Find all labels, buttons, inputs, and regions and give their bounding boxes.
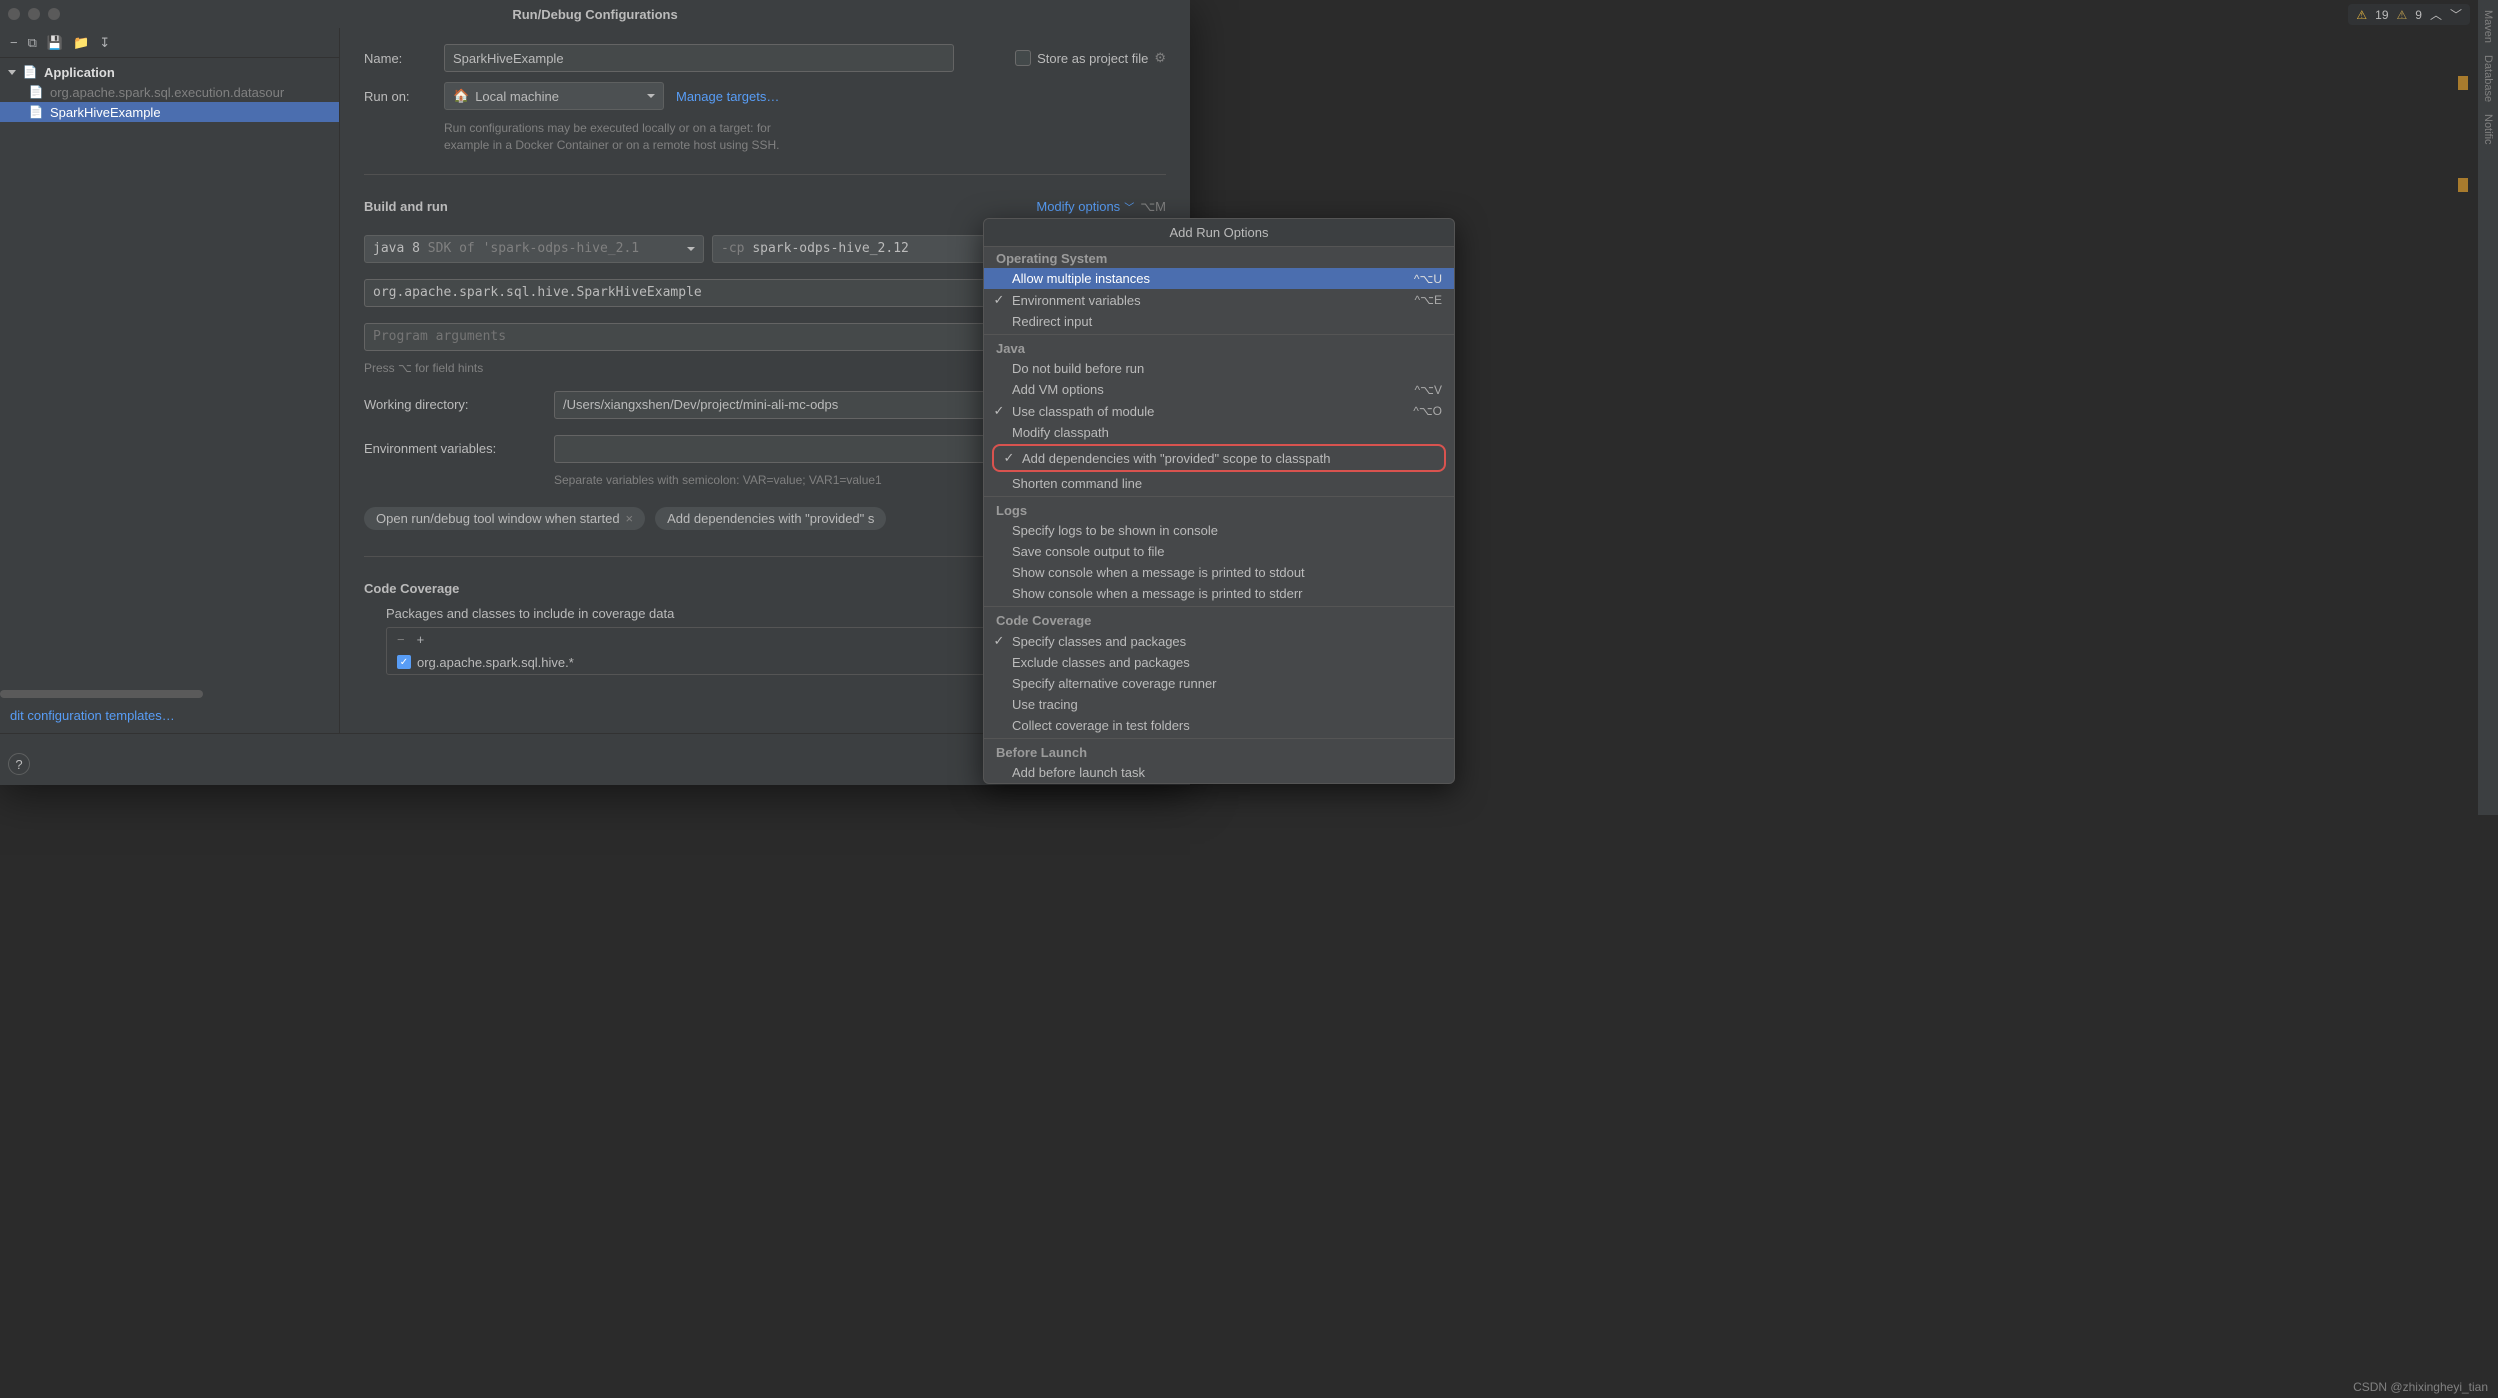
popup-item-before-launch-task[interactable]: Add before launch task [984, 762, 1454, 783]
popup-item-env-vars[interactable]: ✓ Environment variables ^⌥E [984, 289, 1454, 311]
run-on-label: Run on: [364, 89, 432, 104]
env-vars-label: Environment variables: [364, 441, 540, 456]
weak-warning-icon: ⚠ [2397, 8, 2408, 22]
tree-label: org.apache.spark.sql.execution.datasour [50, 85, 284, 100]
popup-item-shorten-cmd[interactable]: Shorten command line [984, 473, 1454, 494]
remove-icon[interactable]: − [10, 35, 18, 50]
horizontal-scrollbar[interactable] [0, 690, 339, 698]
folder-icon[interactable]: 📁 [73, 35, 89, 51]
chip-label: Open run/debug tool window when started [376, 511, 620, 526]
zoom-window-button[interactable] [48, 8, 60, 20]
popup-item-save-console[interactable]: Save console output to file [984, 541, 1454, 562]
popup-item-logs-console[interactable]: Specify logs to be shown in console [984, 520, 1454, 541]
application-icon [28, 84, 44, 100]
configurations-sidebar: − ⧉ 💾 📁 ↧ Application org.apache.spark.s… [0, 28, 340, 733]
chevron-up-icon[interactable]: ︿ [2430, 6, 2442, 23]
application-icon [22, 64, 38, 80]
right-tool-strip: Maven Database Notific [2478, 0, 2498, 815]
sort-icon[interactable]: ↧ [99, 35, 110, 51]
config-type-application[interactable]: Application [0, 62, 339, 82]
option-chip-tool-window[interactable]: Open run/debug tool window when started … [364, 507, 645, 530]
popup-item-tracing[interactable]: Use tracing [984, 694, 1454, 715]
application-icon [28, 104, 44, 120]
popup-item-redirect-input[interactable]: Redirect input [984, 311, 1454, 332]
notifications-tab[interactable]: Notific [2482, 114, 2494, 145]
name-input[interactable] [444, 44, 954, 72]
build-and-run-title: Build and run [364, 199, 448, 214]
copy-icon[interactable]: ⧉ [28, 35, 37, 51]
popup-group-before-launch: Before Launch [984, 741, 1454, 762]
popup-group-java: Java [984, 337, 1454, 358]
store-as-file-checkbox[interactable] [1015, 50, 1031, 66]
minimize-window-button[interactable] [28, 8, 40, 20]
popup-group-os: Operating System [984, 247, 1454, 268]
gear-icon[interactable]: ⚙ [1154, 50, 1166, 66]
popup-title: Add Run Options [984, 219, 1454, 247]
add-icon[interactable]: + [417, 632, 425, 647]
popup-item-no-build[interactable]: Do not build before run [984, 358, 1454, 379]
save-icon[interactable]: 💾 [47, 35, 63, 51]
chevron-down-icon [647, 94, 655, 98]
working-directory-label: Working directory: [364, 397, 540, 412]
popup-group-logs: Logs [984, 499, 1454, 520]
edit-templates-link[interactable]: dit configuration templates… [10, 708, 175, 723]
option-chip-provided-deps[interactable]: Add dependencies with "provided" s [655, 507, 886, 530]
database-tab[interactable]: Database [2482, 55, 2494, 102]
jdk-dropdown[interactable]: java 8 SDK of 'spark-odps-hive_2.1 [364, 235, 704, 263]
popup-item-collect-test[interactable]: Collect coverage in test folders [984, 715, 1454, 736]
checkbox-checked[interactable]: ✓ [397, 655, 411, 669]
config-item-selected[interactable]: SparkHiveExample [0, 102, 339, 122]
check-icon: ✓ [992, 292, 1006, 308]
popup-item-allow-multiple[interactable]: Allow multiple instances ^⌥U [984, 268, 1454, 289]
config-item[interactable]: org.apache.spark.sql.execution.datasour [0, 82, 339, 102]
popup-item-vm-options[interactable]: Add VM options^⌥V [984, 379, 1454, 400]
popup-item-stderr[interactable]: Show console when a message is printed t… [984, 583, 1454, 604]
chevron-down-icon [8, 70, 16, 75]
tree-label: SparkHiveExample [50, 105, 161, 120]
dialog-title: Run/Debug Configurations [512, 7, 677, 22]
inspection-status[interactable]: ⚠ 19 ⚠ 9 ︿ ﹀ [2348, 4, 2470, 25]
popup-item-stdout[interactable]: Show console when a message is printed t… [984, 562, 1454, 583]
store-as-file-label: Store as project file [1037, 51, 1148, 66]
dialog-titlebar: Run/Debug Configurations [0, 0, 1190, 28]
popup-item-alt-runner[interactable]: Specify alternative coverage runner [984, 673, 1454, 694]
popup-item-classpath-module[interactable]: ✓Use classpath of module^⌥O [984, 400, 1454, 422]
popup-item-exclude-classes[interactable]: Exclude classes and packages [984, 652, 1454, 673]
chevron-down-icon [687, 247, 695, 251]
close-window-button[interactable] [8, 8, 20, 20]
add-run-options-popup: Add Run Options Operating System Allow m… [983, 218, 1455, 784]
chevron-down-icon[interactable]: ﹀ [2450, 6, 2462, 23]
popup-item-modify-classpath[interactable]: Modify classpath [984, 422, 1454, 443]
modify-options-shortcut: ⌥M [1140, 199, 1166, 215]
maven-tab[interactable]: Maven [2482, 10, 2494, 43]
help-button[interactable]: ? [8, 753, 30, 775]
weak-warning-count: 9 [2415, 8, 2422, 22]
close-icon[interactable]: × [626, 511, 634, 526]
warning-count: 19 [2375, 8, 2388, 22]
warning-icon: ⚠ [2356, 8, 2367, 22]
manage-targets-link[interactable]: Manage targets… [676, 89, 779, 104]
popup-item-provided-deps[interactable]: ✓Add dependencies with "provided" scope … [994, 447, 1440, 469]
run-on-dropdown[interactable]: 🏠 Local machine [444, 82, 664, 110]
name-label: Name: [364, 51, 432, 66]
tree-label: Application [44, 65, 115, 80]
run-on-hint: Run configurations may be executed local… [444, 120, 1064, 154]
modify-options-link[interactable]: Modify options ﹀ [1036, 199, 1134, 214]
home-icon: 🏠 [453, 88, 469, 104]
popup-item-specify-classes[interactable]: ✓Specify classes and packages [984, 630, 1454, 652]
watermark: CSDN @zhixingheyi_tian [2353, 1380, 2488, 1394]
chip-label: Add dependencies with "provided" s [667, 511, 874, 526]
coverage-package-label: org.apache.spark.sql.hive.* [417, 655, 574, 670]
remove-icon[interactable]: − [397, 632, 405, 647]
dropdown-value: Local machine [475, 89, 559, 104]
popup-group-coverage: Code Coverage [984, 609, 1454, 630]
